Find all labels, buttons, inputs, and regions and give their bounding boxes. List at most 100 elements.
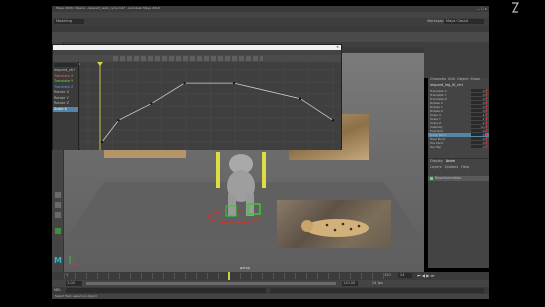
cb-attribute-value[interactable]: 1 [470, 121, 485, 125]
layer-menu-options[interactable]: Options [445, 165, 459, 170]
graph-editor-outliner: leopard_ctrl Translate X Translate Y Tra… [53, 62, 79, 150]
quick-layout-single-icon[interactable] [55, 192, 61, 198]
mode-label: Modeling [56, 19, 72, 23]
watermark-logo-icon [511, 2, 520, 13]
keyframe-point[interactable] [150, 102, 153, 105]
command-input[interactable] [66, 288, 266, 293]
keyframe-point[interactable] [117, 119, 120, 122]
cb-attribute-value[interactable]: 1 [470, 113, 485, 117]
timeline-end: 120 [384, 273, 391, 277]
cb-attribute-value[interactable]: 1 [470, 117, 485, 121]
layer-menu-help[interactable]: Help [461, 165, 469, 170]
cb-attribute-value[interactable]: 0 [470, 145, 485, 149]
layer-visibility-icon[interactable] [430, 177, 433, 180]
cb-attribute-value[interactable]: 0 [470, 89, 485, 93]
help-line-text: Select Tool: select an object [55, 294, 97, 298]
cb-attribute-value[interactable]: 0 [470, 133, 485, 137]
keyframe-point[interactable] [233, 82, 235, 85]
keyframe-indicator [485, 101, 487, 104]
workspace-value: Maya Classic [446, 19, 469, 23]
keyframe-indicator [485, 113, 487, 116]
keyframe-indicator [485, 137, 487, 140]
sand-texture-swatch[interactable] [104, 150, 186, 158]
layer-editor: Display Anim Layers Options Help BaseAni… [428, 158, 489, 268]
command-lang[interactable]: MEL [54, 288, 61, 293]
cb-attribute-value[interactable]: 0 [470, 105, 485, 109]
cb-attribute-row[interactable]: Toe Tap 0 [428, 145, 489, 149]
layer-name[interactable]: BaseAnimation [435, 176, 461, 181]
outliner-icon[interactable] [55, 228, 61, 234]
layer-tab-display[interactable]: Display [430, 159, 443, 164]
key-tangent-icons[interactable] [113, 56, 263, 61]
command-result [270, 288, 484, 293]
command-line: MEL [52, 287, 489, 294]
keyframe-indicator [485, 105, 487, 108]
camera-label: persp [240, 266, 250, 270]
window-controls[interactable]: — ☐ ✕ [477, 7, 487, 11]
range-slider[interactable]: 1.00 120.00 24 fps [52, 280, 489, 287]
keyframe-indicator [485, 121, 487, 124]
keyframe-indicator [485, 117, 487, 120]
workspace-dropdown[interactable]: Maya Classic [444, 19, 484, 24]
ge-outliner-item[interactable]: Scale X [53, 106, 78, 112]
quick-layout-four-icon[interactable] [55, 202, 61, 208]
keyframe-indicator [485, 109, 487, 112]
current-frame-field[interactable]: 24 [398, 273, 412, 278]
right-panel-top-tabs [424, 42, 489, 78]
keyframe-indicator [485, 145, 487, 148]
playback-controls[interactable]: ⏮ ◀ ▶ ⏭ [417, 273, 434, 278]
maya-logo: M [54, 256, 62, 265]
keyframe-point[interactable] [101, 141, 103, 143]
window-title: Maya 2018: /Users/.../leopard_walk_cycle… [56, 6, 160, 10]
keyframe-indicator [485, 89, 487, 92]
cb-attribute-value[interactable]: 0 [470, 101, 485, 105]
layer-row[interactable]: BaseAnimation [428, 176, 489, 181]
status-line: Modeling Workspace: Maya Classic [52, 18, 489, 33]
mode-dropdown[interactable]: Modeling [54, 19, 84, 24]
keyframe-point[interactable] [183, 82, 186, 85]
current-frame-indicator[interactable] [228, 272, 230, 280]
cb-attribute-value[interactable]: 0 [470, 93, 485, 97]
graph-editor-close-icon[interactable]: ✕ [336, 45, 339, 49]
layer-tab-anim[interactable]: Anim [446, 159, 455, 164]
keyframe-point[interactable] [332, 119, 334, 122]
cb-tab-show[interactable]: Show [470, 77, 479, 83]
cb-attribute-value[interactable]: 0 [470, 97, 485, 101]
keyframe-indicator [485, 141, 487, 144]
range-end-value: 120.00 [343, 281, 356, 285]
fps-dropdown[interactable]: 24 fps [372, 281, 383, 286]
cb-attribute-value[interactable]: on [470, 125, 485, 129]
layer-menu-layers[interactable]: Layers [430, 165, 442, 170]
cb-attribute-value[interactable]: 0 [470, 129, 485, 133]
ge-search-field[interactable] [54, 63, 77, 67]
graph-editor-window[interactable]: ✕ Edit View Select Curves Keys Tangents … [52, 44, 342, 150]
cb-attribute-list: Translate X 0 Translate Y 0 Translate Z 0 Rota… [428, 89, 489, 149]
range-start-field[interactable]: 1.00 [66, 281, 82, 286]
shelf-icons [52, 32, 489, 48]
range-end-field[interactable]: 120.00 [342, 281, 358, 286]
time-slider[interactable]: 1 120 24 ⏮ ◀ ▶ ⏭ [52, 272, 489, 280]
current-frame-value: 24 [400, 273, 405, 277]
cb-attribute-value[interactable]: 0 [470, 137, 485, 141]
keyframe-indicator [485, 129, 487, 132]
cb-attribute-value[interactable]: 0 [470, 109, 485, 113]
timeline-start: 1 [66, 273, 69, 277]
keyframe-point[interactable] [299, 97, 301, 100]
leopard-reference-image[interactable] [277, 200, 391, 248]
range-start-value: 1.00 [67, 281, 75, 285]
channel-box: Channels Edit Object Show leopard_leg_IK… [428, 77, 489, 158]
keyframe-indicator [485, 93, 487, 96]
keyframe-indicator [485, 125, 487, 128]
leopard-rig[interactable] [214, 142, 274, 232]
current-time-handle [97, 62, 103, 66]
range-bar[interactable] [86, 282, 336, 285]
quick-layout-persp-graph-icon[interactable] [55, 212, 61, 218]
keyframe-indicator [485, 133, 487, 136]
cb-attribute-value[interactable]: 0 [470, 141, 485, 145]
graph-editor-canvas[interactable] [80, 62, 341, 150]
help-line: Select Tool: select an object [52, 294, 489, 299]
keyframe-indicator [485, 97, 487, 100]
view-axis-gizmo [69, 256, 78, 265]
cb-attribute-name: Toe Tap [430, 144, 442, 149]
graph-editor-toolbar[interactable] [53, 55, 341, 62]
